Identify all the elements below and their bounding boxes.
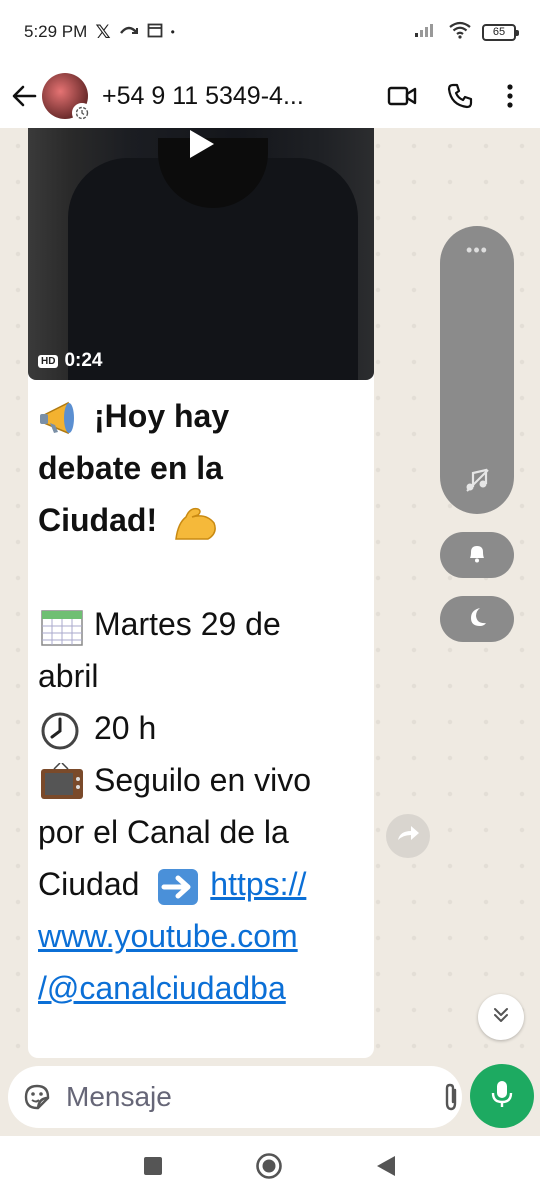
paperclip-icon[interactable] (441, 1080, 461, 1114)
right-arrow-icon (154, 867, 202, 907)
back-arrow-icon[interactable] (10, 82, 38, 110)
more-vert-icon[interactable] (490, 76, 530, 116)
video-thumbnail[interactable]: HD 0:24 (28, 128, 374, 380)
msg-line: Ciudad https:// (38, 858, 368, 910)
wifi-icon (448, 21, 472, 44)
message-bubble[interactable]: HD 0:24 ¡Hoy hay debate en la Ciudad! Ma… (28, 128, 374, 1058)
notification-dot-icon: • (170, 25, 175, 39)
youtube-link-part-2[interactable]: www.youtube.com (38, 910, 368, 962)
youtube-link-part-3[interactable]: /@canalciudadba (38, 962, 368, 1014)
youtube-link-part-1[interactable]: https:// (210, 866, 306, 902)
mic-button[interactable] (470, 1064, 534, 1128)
message-input[interactable] (66, 1081, 427, 1113)
missed-call-icon (119, 22, 139, 42)
msg-line-4: Martes 29 de (94, 606, 281, 642)
signal-icon (414, 22, 438, 43)
message-text: ¡Hoy hay debate en la Ciudad! Martes 29 … (38, 390, 368, 1014)
ring-mode-button[interactable] (440, 532, 514, 578)
message-input-bar (8, 1066, 504, 1128)
system-nav-bar (0, 1136, 540, 1200)
circle-nav-icon[interactable] (255, 1152, 283, 1185)
sticker-icon[interactable] (22, 1082, 52, 1112)
msg-line: Seguilo en vivo (38, 754, 368, 806)
msg-line-8: por el Canal de la (38, 814, 289, 850)
play-icon[interactable] (178, 128, 222, 166)
msg-blank-line (38, 546, 368, 598)
status-right: 65 (414, 21, 519, 44)
x-app-icon: 𝕏 (95, 21, 111, 43)
television-icon (38, 762, 86, 803)
mic-icon (490, 1079, 514, 1114)
msg-line-9: Ciudad (38, 866, 140, 902)
bell-icon (466, 542, 488, 569)
forward-button[interactable] (386, 814, 430, 858)
moon-icon (465, 605, 489, 634)
msg-line-7: Seguilo en vivo (94, 762, 312, 798)
chevron-double-down-icon (491, 1005, 511, 1030)
contact-avatar[interactable] (42, 73, 92, 123)
hd-badge: HD (38, 354, 59, 368)
square-nav-icon[interactable] (143, 1156, 163, 1181)
forward-icon (395, 824, 421, 849)
msg-line: 20 h (38, 702, 368, 754)
calendar-status-icon (147, 22, 163, 43)
megaphone-icon (38, 399, 86, 439)
video-meta: HD 0:24 (38, 350, 102, 372)
music-off-icon[interactable] (464, 467, 490, 498)
msg-line: ¡Hoy hay (38, 390, 368, 442)
msg-line: Ciudad! (38, 494, 368, 546)
status-left: 5:29 PM 𝕏 • (24, 21, 175, 44)
phone-icon[interactable] (440, 76, 480, 116)
msg-line-1: ¡Hoy hay (94, 398, 230, 434)
volume-panel-more[interactable]: ••• (440, 240, 514, 261)
triangle-nav-icon[interactable] (375, 1154, 397, 1183)
scroll-to-bottom-button[interactable] (478, 994, 524, 1040)
clock-icon (38, 711, 86, 751)
calendar-icon (38, 607, 86, 647)
dnd-button[interactable] (440, 596, 514, 642)
msg-line-2: debate en la (38, 450, 223, 486)
flexed-biceps-icon (172, 503, 220, 543)
msg-line-3: Ciudad! (38, 502, 158, 538)
status-bar: 5:29 PM 𝕏 • 65 (0, 0, 540, 64)
chat-header: +54 9 11 5349-4... (0, 64, 540, 128)
video-call-icon[interactable] (382, 76, 422, 116)
video-duration: 0:24 (64, 350, 103, 371)
msg-line: Martes 29 de (38, 598, 368, 650)
disappearing-timer-icon (72, 103, 92, 123)
volume-panel[interactable]: ••• (440, 226, 514, 514)
msg-line-5: abril (38, 658, 99, 694)
contact-name[interactable]: +54 9 11 5349-4... (102, 82, 364, 111)
status-time: 5:29 PM (24, 22, 88, 41)
battery-indicator: 65 (482, 23, 519, 41)
msg-line-6: 20 h (94, 710, 157, 746)
